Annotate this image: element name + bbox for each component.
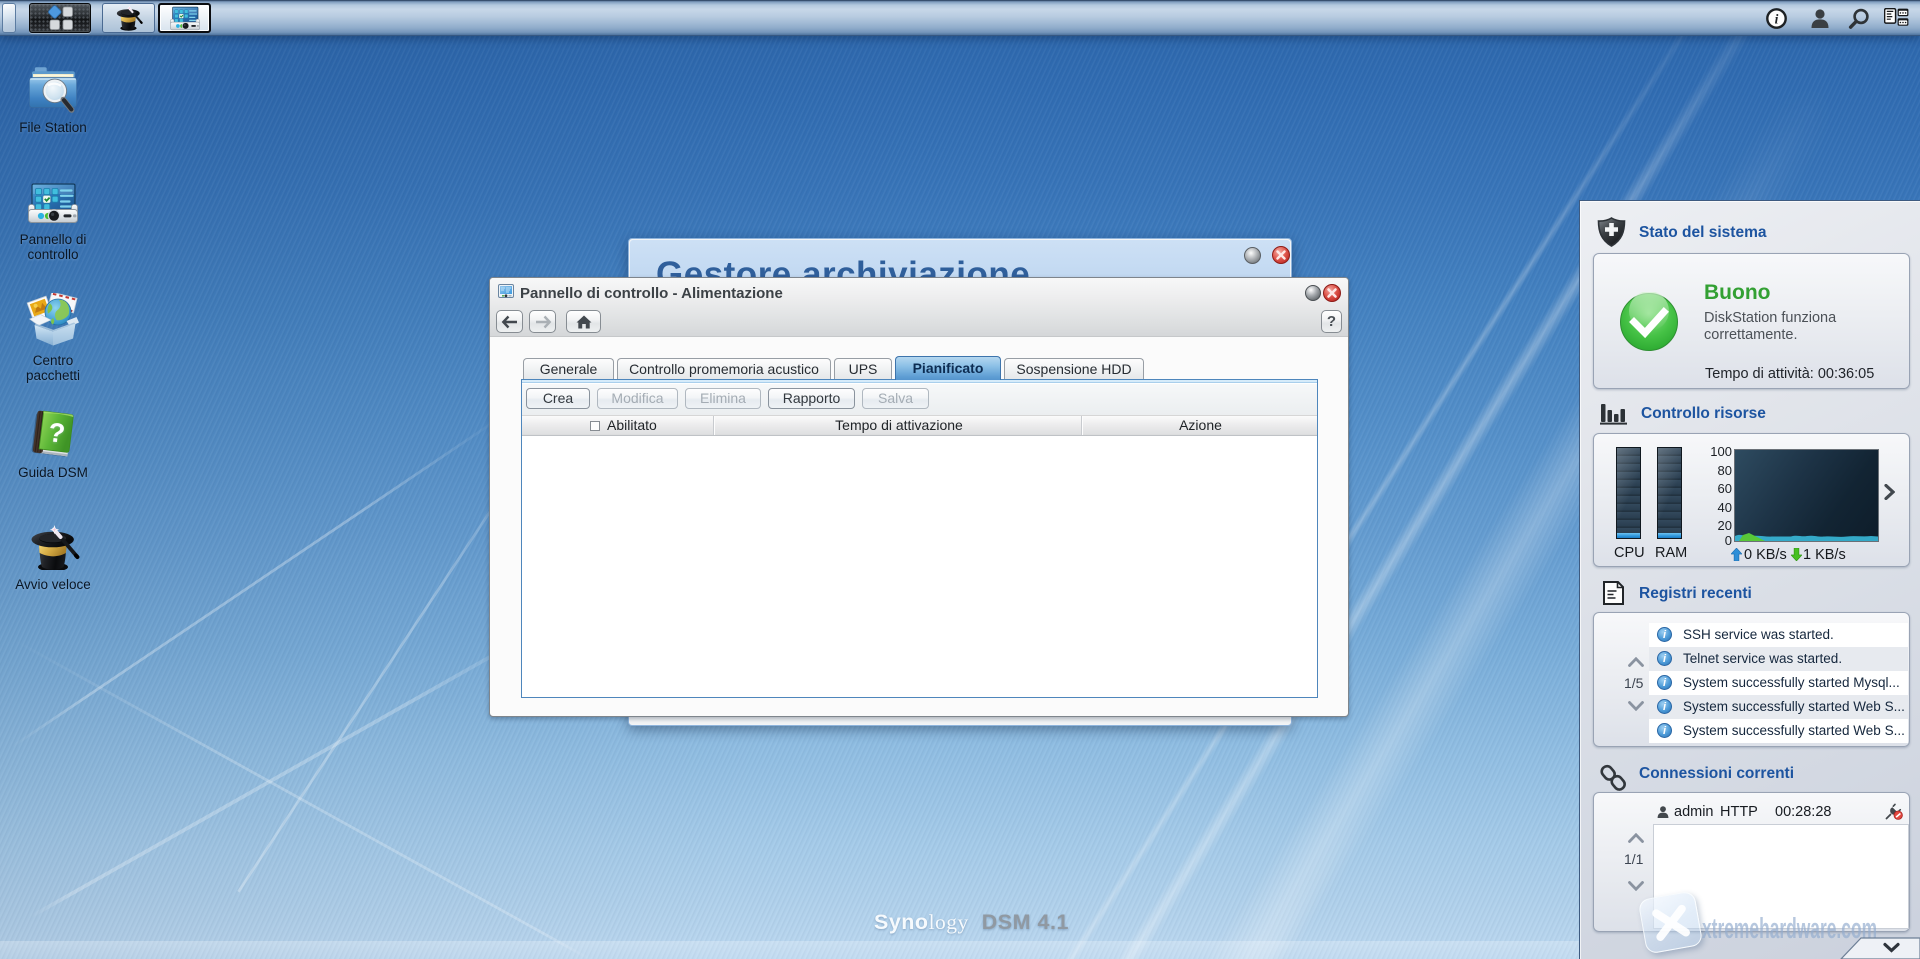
- svg-text:i: i: [1775, 12, 1779, 27]
